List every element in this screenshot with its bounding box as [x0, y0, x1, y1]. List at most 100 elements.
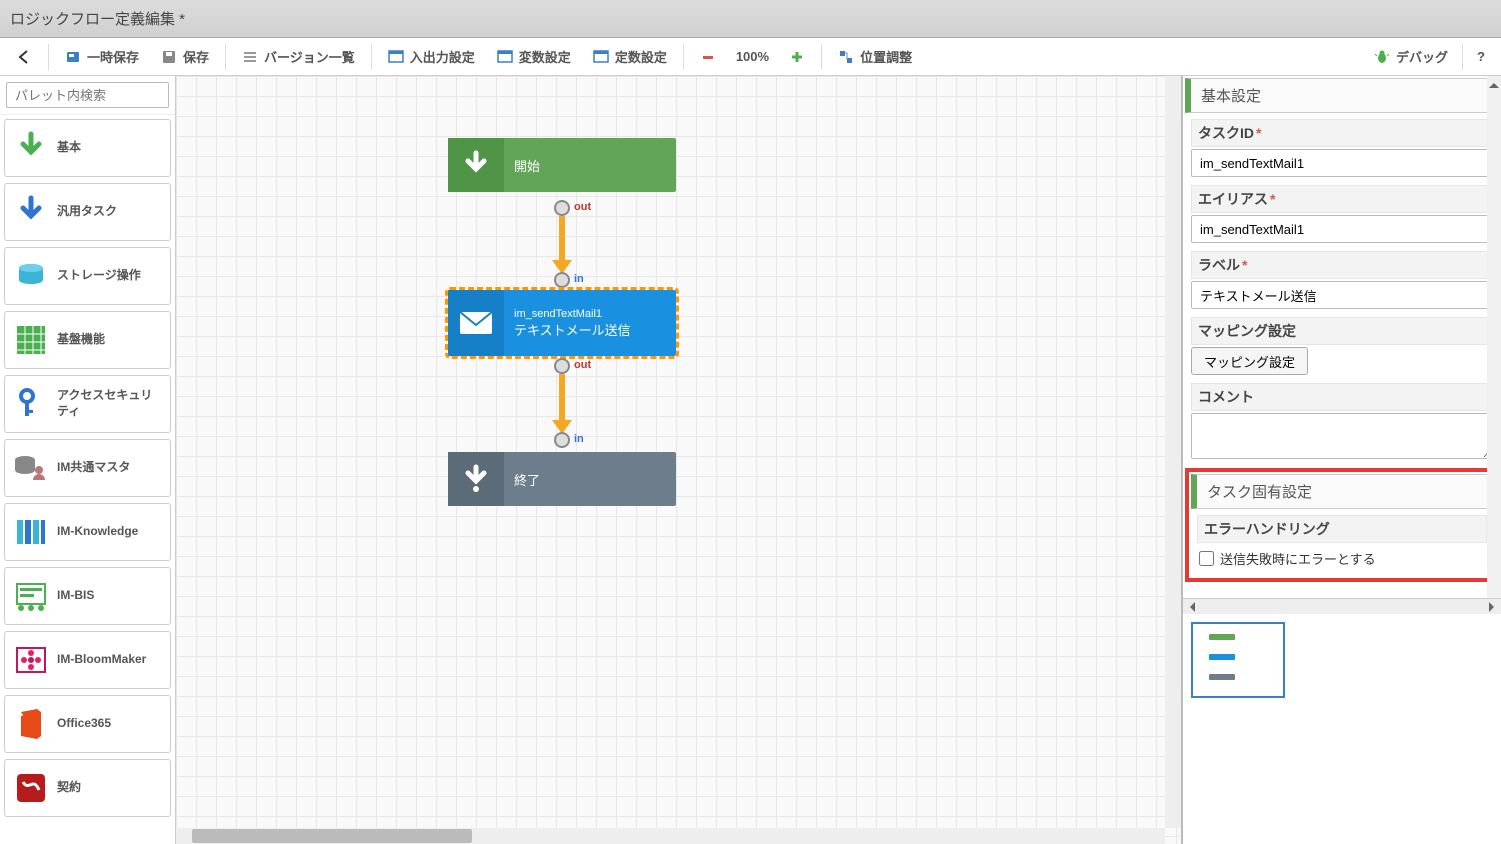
port-in[interactable]	[554, 432, 570, 448]
palette-item-office365[interactable]: Office365	[4, 695, 171, 753]
palette-list[interactable]: 基本 汎用タスク ストレージ操作 基盤機能 アクセスセキュリティ IM共通マスタ	[0, 115, 175, 844]
save-label: 保存	[183, 47, 209, 66]
label-input[interactable]	[1191, 281, 1493, 309]
field-task-id: タスクID*	[1183, 115, 1501, 181]
mapping-settings-button[interactable]: マッピング設定	[1191, 347, 1308, 375]
palette-item-label: IM-BIS	[57, 588, 94, 604]
section-title: タスク固有設定	[1207, 484, 1312, 501]
palette-item-label: IM-Knowledge	[57, 524, 138, 540]
field-alias: エイリアス*	[1183, 181, 1501, 247]
canvas-scrollbar-h[interactable]	[176, 828, 1165, 844]
separator	[821, 44, 822, 70]
var-settings-label: 変数設定	[519, 47, 571, 66]
palette-item-label: ストレージ操作	[57, 268, 141, 284]
zoom-out-button[interactable]	[690, 42, 726, 72]
version-list-button[interactable]: バージョン一覧	[232, 42, 365, 72]
flow-node-end[interactable]: 終了	[448, 452, 676, 506]
field-mapping: マッピング設定 マッピング設定	[1183, 313, 1501, 379]
align-button[interactable]: 位置調整	[828, 42, 922, 72]
minus-icon	[700, 49, 716, 65]
palette-item-platform[interactable]: 基盤機能	[4, 311, 171, 369]
window-icon	[388, 49, 404, 65]
palette-item-label: IM-BloomMaker	[57, 652, 146, 668]
port-in[interactable]	[554, 272, 570, 288]
task-id-label: タスクID*	[1191, 119, 1493, 147]
panel-scrollbar-v[interactable]	[1487, 76, 1501, 598]
flow-canvas[interactable]: 開始 out in im_sendTextMail1 テキストメール送信 out	[176, 76, 1181, 844]
section-task-specific[interactable]: タスク固有設定	[1191, 474, 1493, 509]
port-out[interactable]	[554, 358, 570, 374]
mail-icon	[448, 290, 504, 356]
save-button[interactable]: 保存	[151, 42, 219, 72]
align-label: 位置調整	[860, 47, 912, 66]
node-label: 終了	[504, 470, 540, 489]
palette-item-label: 契約	[57, 780, 81, 796]
section-basic-settings[interactable]: 基本設定	[1185, 78, 1499, 113]
version-list-label: バージョン一覧	[264, 47, 355, 66]
temp-save-label: 一時保存	[87, 47, 139, 66]
palette-item-im-bloommaker[interactable]: IM-BloomMaker	[4, 631, 171, 689]
back-button[interactable]	[6, 42, 42, 72]
const-settings-label: 定数設定	[615, 47, 667, 66]
minimap-viewport[interactable]	[1191, 622, 1285, 698]
comment-textarea[interactable]	[1191, 413, 1493, 459]
panel-scroll[interactable]: 基本設定 タスクID* エイリアス* ラベル* マッピング設定 マッピング設定 …	[1183, 76, 1501, 598]
palette-item-im-bis[interactable]: IM-BIS	[4, 567, 171, 625]
palette-item-basic[interactable]: 基本	[4, 119, 171, 177]
panel-scrollbar-h[interactable]	[1183, 598, 1501, 614]
port-label: out	[574, 201, 591, 213]
separator	[48, 44, 49, 70]
separator	[683, 44, 684, 70]
palette-search-input[interactable]	[6, 82, 169, 108]
var-settings-button[interactable]: 変数設定	[487, 42, 581, 72]
palette-item-label: 基本	[57, 140, 81, 156]
palette-item-security[interactable]: アクセスセキュリティ	[4, 375, 171, 433]
plus-icon	[789, 49, 805, 65]
flow-node-start[interactable]: 開始	[448, 138, 676, 192]
error-handling-label: エラーハンドリング	[1197, 515, 1487, 543]
palette-item-contract[interactable]: 契約	[4, 759, 171, 817]
alias-label: エイリアス*	[1191, 185, 1493, 213]
io-settings-button[interactable]: 入出力設定	[378, 42, 485, 72]
palette-item-storage[interactable]: ストレージ操作	[4, 247, 171, 305]
palette-item-im-master[interactable]: IM共通マスタ	[4, 439, 171, 497]
palette-item-generic-task[interactable]: 汎用タスク	[4, 183, 171, 241]
help-button[interactable]: ?	[1467, 42, 1495, 72]
error-checkbox-label: 送信失敗時にエラーとする	[1220, 549, 1376, 568]
node-label: 開始	[504, 156, 540, 175]
task-id-input[interactable]	[1191, 149, 1493, 177]
palette-item-label: アクセスセキュリティ	[57, 388, 162, 419]
label-label: ラベル*	[1191, 251, 1493, 279]
palette-item-im-knowledge[interactable]: IM-Knowledge	[4, 503, 171, 561]
alias-input[interactable]	[1191, 215, 1493, 243]
field-error-handling: エラーハンドリング	[1189, 511, 1495, 543]
start-icon	[448, 138, 504, 192]
arrow-down-icon	[13, 130, 49, 166]
error-checkbox-row: 送信失敗時にエラーとする	[1189, 545, 1495, 572]
flow-arrow	[559, 216, 565, 262]
canvas-scrollbar-v[interactable]	[1165, 76, 1181, 828]
port-out[interactable]	[554, 200, 570, 216]
palette: 基本 汎用タスク ストレージ操作 基盤機能 アクセスセキュリティ IM共通マスタ	[0, 76, 176, 844]
window-icon	[497, 49, 513, 65]
field-comment: コメント	[1183, 379, 1501, 466]
io-settings-label: 入出力設定	[410, 47, 475, 66]
port-label: out	[574, 359, 591, 371]
flow-arrow	[559, 374, 565, 422]
minimap[interactable]	[1183, 614, 1501, 844]
pdf-icon	[13, 770, 49, 806]
zoom-in-button[interactable]	[779, 42, 815, 72]
debug-button[interactable]: デバッグ	[1364, 42, 1458, 72]
temp-save-button[interactable]: 一時保存	[55, 42, 149, 72]
palette-item-label: Office365	[57, 716, 111, 732]
save-icon	[161, 49, 177, 65]
palette-item-label: 基盤機能	[57, 332, 105, 348]
error-on-fail-checkbox[interactable]	[1199, 551, 1214, 566]
minimap-node	[1209, 654, 1235, 660]
const-settings-button[interactable]: 定数設定	[583, 42, 677, 72]
properties-panel: 基本設定 タスクID* エイリアス* ラベル* マッピング設定 マッピング設定 …	[1181, 76, 1501, 844]
zoom-level: 100%	[728, 49, 777, 64]
flow-node-mail[interactable]: im_sendTextMail1 テキストメール送信	[448, 290, 676, 356]
mapping-label: マッピング設定	[1191, 317, 1493, 345]
canvas-wrap: 開始 out in im_sendTextMail1 テキストメール送信 out	[176, 76, 1181, 844]
